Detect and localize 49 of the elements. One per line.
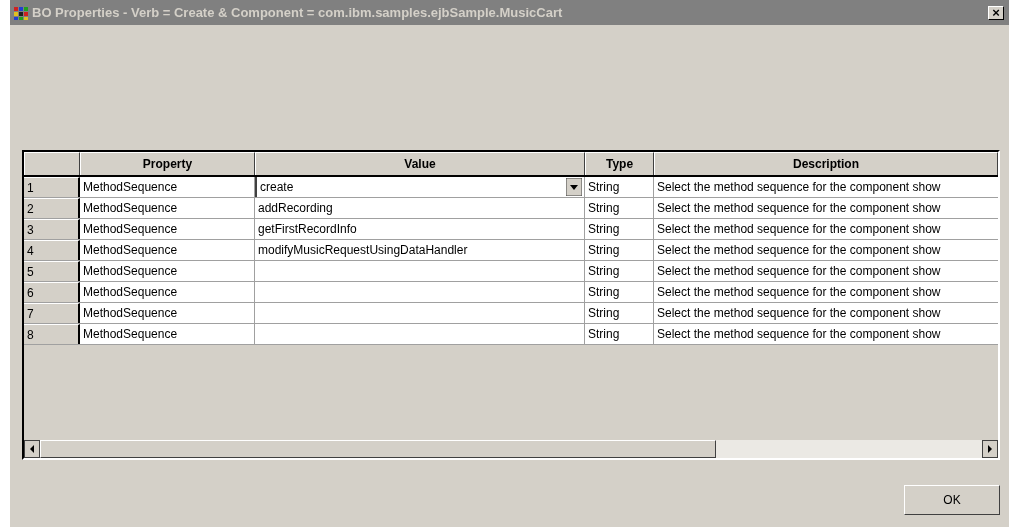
column-header[interactable]: Type [585,152,654,175]
value-dropdown[interactable]: create [255,177,585,197]
table-cell-text: Select the method sequence for the component show [656,326,942,343]
table-cell: MethodSequence [80,261,255,281]
table-cell: String [585,324,654,344]
table-cell: MethodSequence [80,240,255,260]
table-cell-text: Select the method sequence for the component show [656,200,942,217]
row-header[interactable]: 3 [24,219,80,239]
ok-button[interactable]: OK [904,485,1000,515]
table-cell-text: Select the method sequence for the component show [656,263,942,280]
table-cell-text: Select the method sequence for the component show [656,242,942,259]
row-header[interactable]: 8 [24,324,80,344]
table-cell: MethodSequence [80,303,255,323]
table-cell: String [585,177,654,197]
table-cell: MethodSequence [80,324,255,344]
column-header[interactable]: Description [654,152,998,175]
close-button[interactable]: × [988,5,1004,20]
table-cell-text: Select the method sequence for the component show [656,179,942,196]
table-cell-text: Select the method sequence for the component show [656,284,942,301]
horizontal-scrollbar[interactable] [24,440,998,458]
table-cell: String [585,282,654,302]
window-title: BO Properties - Verb = Create & Component = com.ibm.samples.ejbSample.MusicCart [32,3,564,22]
table-cell: String [585,240,654,260]
scroll-right-icon[interactable] [982,440,998,458]
table-cell: modifyMusicRequestUsingDataHandler [255,240,585,260]
table-cell: MethodSequence [80,198,255,218]
column-header[interactable]: Value [255,152,585,175]
column-header[interactable]: Property [80,152,255,175]
table-cell: String [585,303,654,323]
table-cell: String [585,261,654,281]
dropdown-arrow-icon[interactable] [566,178,582,196]
row-header[interactable]: 6 [24,282,80,302]
corner-header [24,152,80,175]
table-cell: MethodSequence [80,282,255,302]
row-header[interactable]: 7 [24,303,80,323]
scroll-left-icon[interactable] [24,440,40,458]
table-cell-text: Select the method sequence for the component show [656,305,942,322]
scroll-thumb[interactable] [40,440,716,458]
table-cell: String [585,219,654,239]
table-cell: addRecording [255,198,585,218]
grid-app-icon [13,4,29,21]
row-header[interactable]: 4 [24,240,80,260]
table-cell: String [585,198,654,218]
table-cell-text: Select the method sequence for the component show [656,221,942,238]
row-header[interactable]: 1 [24,177,80,197]
table-cell: MethodSequence [80,219,255,239]
row-header[interactable]: 2 [24,198,80,218]
row-header[interactable]: 5 [24,261,80,281]
table-cell: getFirstRecordInfo [255,219,585,239]
